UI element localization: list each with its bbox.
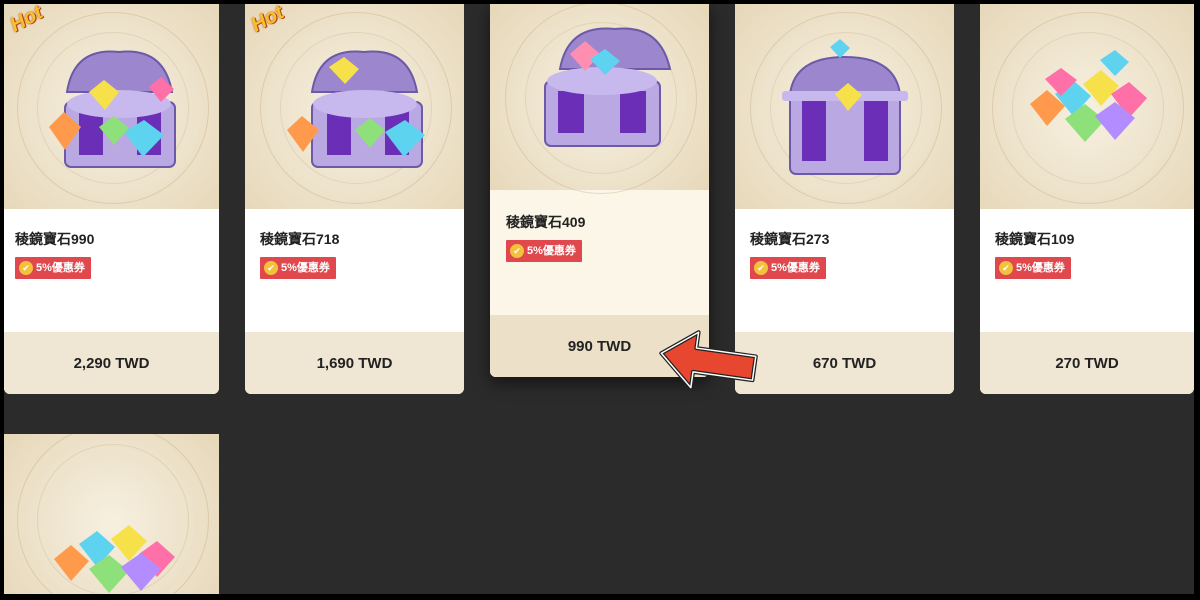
product-card-109[interactable]: 稜鏡寶石109 ✔ 5%優惠券 270 TWD [980, 4, 1194, 394]
coupon-badge: ✔ 5%優惠券 [15, 257, 91, 279]
check-badge-icon: ✔ [19, 261, 33, 275]
product-image [735, 4, 954, 209]
product-price: 2,290 TWD [4, 332, 219, 394]
coupon-badge: ✔ 5%優惠券 [506, 240, 582, 262]
product-name: 稜鏡寶石409 [506, 214, 586, 230]
product-card-273[interactable]: 稜鏡寶石273 ✔ 5%優惠券 670 TWD [735, 4, 954, 394]
coupon-badge: ✔ 5%優惠券 [995, 257, 1071, 279]
check-badge-icon: ✔ [999, 261, 1013, 275]
gem-pile-icon [1030, 50, 1147, 142]
treasure-chest-closed-icon [782, 39, 908, 175]
product-price: 270 TWD [980, 332, 1194, 394]
gem-pile-icon [54, 525, 175, 593]
check-badge-icon: ✔ [264, 261, 278, 275]
product-image [490, 4, 709, 194]
treasure-chest-gems-icon [287, 50, 425, 168]
treasure-chest-gems-icon [544, 27, 672, 147]
product-name: 稜鏡寶石990 [15, 231, 95, 247]
product-card-gem-pile[interactable] [4, 434, 219, 594]
product-price: 670 TWD [735, 332, 954, 394]
product-name: 稜鏡寶石109 [995, 231, 1075, 247]
treasure-chest-gems-icon [49, 50, 176, 168]
product-name: 稜鏡寶石273 [750, 231, 830, 247]
product-image [980, 4, 1194, 209]
product-card-990[interactable]: Hot 稜鏡寶石990 ✔ 5%優惠券 2,290 TWD [4, 4, 219, 394]
product-image: Hot [4, 4, 219, 209]
product-price: 1,690 TWD [245, 332, 464, 394]
coupon-badge: ✔ 5%優惠券 [260, 257, 336, 279]
product-image: Hot [245, 4, 464, 209]
product-name: 稜鏡寶石718 [260, 231, 340, 247]
coupon-badge: ✔ 5%優惠券 [750, 257, 826, 279]
product-card-718[interactable]: Hot 稜鏡寶石718 ✔ 5%優惠券 1,690 TWD [245, 4, 464, 394]
check-badge-icon: ✔ [754, 261, 768, 275]
pointer-arrow-icon [659, 330, 758, 390]
product-image [4, 434, 219, 594]
check-badge-icon: ✔ [510, 244, 524, 258]
product-card-409[interactable]: 稜鏡寶石409 ✔ 5%優惠券 990 TWD [490, 4, 709, 377]
product-grid: Hot 稜鏡寶石990 ✔ 5%優惠券 2,290 TWD Hot 稜鏡寶石71… [4, 4, 1194, 594]
